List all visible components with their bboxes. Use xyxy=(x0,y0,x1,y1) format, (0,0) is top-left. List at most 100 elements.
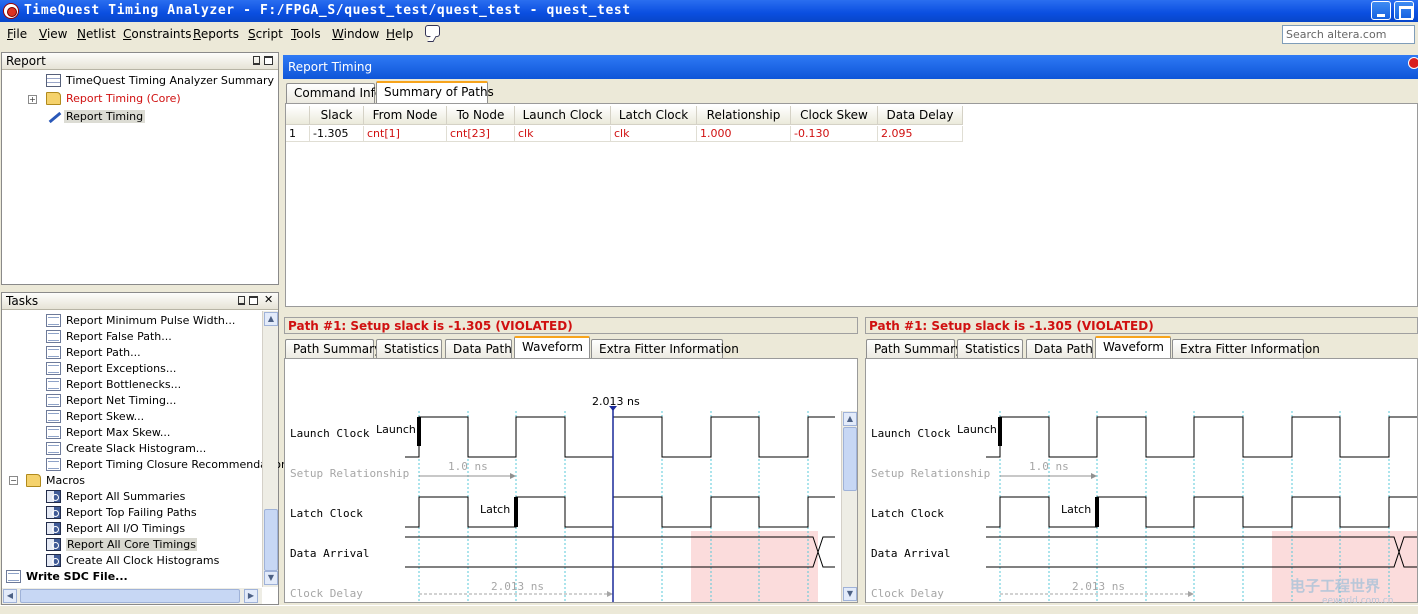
tab-data-path[interactable]: Data Path xyxy=(445,339,512,359)
signal-latch-clock: Latch Clock xyxy=(290,507,363,520)
scroll-down-icon[interactable]: ▼ xyxy=(843,587,857,601)
task-label: Report Minimum Pulse Width... xyxy=(66,314,236,327)
scroll-up-icon[interactable]: ▲ xyxy=(843,412,857,426)
menu-reports[interactable]: Reports xyxy=(193,27,239,41)
signal-launch-clock: Launch Clock xyxy=(290,427,370,440)
column-header-relationship[interactable]: Relationship xyxy=(697,106,791,125)
tree-item-summary[interactable]: TimeQuest Timing Analyzer Summary xyxy=(46,73,276,89)
float-window-icon[interactable] xyxy=(249,296,258,305)
macro-item[interactable]: Create All Clock Histograms xyxy=(46,553,262,569)
summary-of-paths-table: Slack From Node To Node Launch Clock Lat… xyxy=(285,103,1418,307)
column-header-from-node[interactable]: From Node xyxy=(364,106,447,125)
scroll-left-icon[interactable]: ◀ xyxy=(3,589,17,603)
relationship-value: 1.0 ns xyxy=(448,460,488,473)
menu-window[interactable]: Window xyxy=(332,27,379,41)
macro-icon xyxy=(46,554,61,567)
report-timing-header: Report Timing xyxy=(283,55,1418,79)
expand-plus-icon[interactable]: + xyxy=(28,95,37,104)
close-icon[interactable]: ✕ xyxy=(264,293,273,306)
macro-item[interactable]: Report Top Failing Paths xyxy=(46,505,262,521)
column-header-clock-skew[interactable]: Clock Skew xyxy=(791,106,878,125)
menu-bar: File View Netlist Constraints Reports Sc… xyxy=(0,22,1418,46)
tree-item-report-timing-core[interactable]: Report Timing (Core) xyxy=(46,91,276,107)
menu-script[interactable]: Script xyxy=(248,27,283,41)
tab-waveform[interactable]: Waveform xyxy=(1095,336,1171,358)
task-item[interactable]: Report Timing Closure Recommendations xyxy=(46,457,294,473)
collapse-minus-icon[interactable]: − xyxy=(9,476,18,485)
macro-label: Report All Summaries xyxy=(66,490,186,503)
latch-tag: Latch xyxy=(1061,503,1092,516)
column-header-slack[interactable]: Slack xyxy=(310,106,364,125)
column-header-latch-clock[interactable]: Latch Clock xyxy=(611,106,697,125)
menu-constraints[interactable]: Constraints xyxy=(123,27,191,41)
tab-statistics[interactable]: Statistics xyxy=(957,339,1023,359)
scroll-thumb[interactable] xyxy=(264,509,278,571)
task-item[interactable]: Report Max Skew... xyxy=(46,425,262,441)
tasks-panel: Tasks ✕ Report Minimum Pulse Width... Re… xyxy=(1,292,294,605)
menu-netlist[interactable]: Netlist xyxy=(77,27,116,41)
pin-icon[interactable] xyxy=(253,56,260,65)
tab-path-summary[interactable]: Path Summary xyxy=(285,339,381,359)
pin-icon[interactable] xyxy=(238,296,245,305)
task-item[interactable]: Report Bottlenecks... xyxy=(46,377,262,393)
latch-edge-marker xyxy=(514,497,518,527)
scroll-thumb[interactable] xyxy=(20,589,240,603)
macro-icon xyxy=(46,506,61,519)
scroll-right-icon[interactable]: ▶ xyxy=(244,589,258,603)
float-window-icon[interactable] xyxy=(264,56,273,65)
help-balloon-icon[interactable] xyxy=(425,25,440,37)
signal-launch-clock: Launch Clock xyxy=(871,427,951,440)
waveform-view: Launch Clock Setup Relationship Latch Cl… xyxy=(865,358,1418,603)
maximize-button[interactable] xyxy=(1394,1,1414,20)
column-header-to-node[interactable]: To Node xyxy=(447,106,515,125)
tab-data-path[interactable]: Data Path xyxy=(1026,339,1093,359)
task-item[interactable]: Report Exceptions... xyxy=(46,361,262,377)
macro-item[interactable]: Report All Core Timings xyxy=(46,537,262,553)
tab-command-info[interactable]: Command Info xyxy=(286,83,382,103)
macro-label: Report All Core Timings xyxy=(66,538,197,551)
menu-help[interactable]: Help xyxy=(386,27,413,41)
scroll-down-icon[interactable]: ▼ xyxy=(264,571,278,585)
tab-path-summary[interactable]: Path Summary xyxy=(866,339,962,359)
signal-setup-relationship: Setup Relationship xyxy=(871,467,991,480)
task-item[interactable]: Report Path... xyxy=(46,345,262,361)
waveform-vertical-scrollbar[interactable]: ▲ ▼ xyxy=(841,411,857,602)
tab-extra-fitter-information[interactable]: Extra Fitter Information xyxy=(1172,339,1320,359)
report-icon xyxy=(46,378,61,391)
close-icon[interactable] xyxy=(1408,57,1418,69)
macro-icon xyxy=(46,490,61,503)
column-header-data-delay[interactable]: Data Delay xyxy=(878,106,963,125)
column-header[interactable] xyxy=(286,106,310,125)
minimize-button[interactable] xyxy=(1371,1,1391,20)
task-item[interactable]: Report Minimum Pulse Width... xyxy=(46,313,262,329)
tasks-vertical-scrollbar[interactable]: ▲ ▼ xyxy=(262,311,278,587)
macro-item[interactable]: Report All I/O Timings xyxy=(46,521,262,537)
tasks-horizontal-scrollbar[interactable]: ◀ ▶ xyxy=(2,588,262,604)
scroll-thumb[interactable] xyxy=(843,427,857,491)
macro-item[interactable]: Report All Summaries xyxy=(46,489,262,505)
tab-statistics[interactable]: Statistics xyxy=(376,339,442,359)
menu-file[interactable]: File xyxy=(7,27,27,41)
relationship-arrowhead xyxy=(510,473,516,479)
launch-tag: Launch xyxy=(376,423,416,436)
task-item[interactable]: Create Slack Histogram... xyxy=(46,441,262,457)
tab-extra-fitter-information[interactable]: Extra Fitter Information xyxy=(591,339,739,359)
scroll-up-icon[interactable]: ▲ xyxy=(264,312,278,326)
task-item[interactable]: Report False Path... xyxy=(46,329,262,345)
report-icon xyxy=(6,570,21,583)
cell-latch-clock: clk xyxy=(611,126,697,142)
menu-tools[interactable]: Tools xyxy=(291,27,321,41)
menu-view[interactable]: View xyxy=(39,27,67,41)
latch-clock-waveform xyxy=(405,496,835,528)
tab-summary-of-paths[interactable]: Summary of Paths xyxy=(376,81,494,103)
tree-item-report-timing[interactable]: Report Timing xyxy=(46,109,276,125)
task-item[interactable]: Report Skew... xyxy=(46,409,262,425)
task-label: Report Skew... xyxy=(66,410,145,423)
column-header-launch-clock[interactable]: Launch Clock xyxy=(515,106,611,125)
row-index: 1 xyxy=(286,126,310,142)
macros-folder[interactable]: Macros xyxy=(26,473,226,489)
search-input[interactable]: Search altera.com xyxy=(1282,25,1415,44)
write-sdc-item[interactable]: Write SDC File... xyxy=(6,569,206,585)
task-item[interactable]: Report Net Timing... xyxy=(46,393,262,409)
tab-waveform[interactable]: Waveform xyxy=(514,336,590,358)
